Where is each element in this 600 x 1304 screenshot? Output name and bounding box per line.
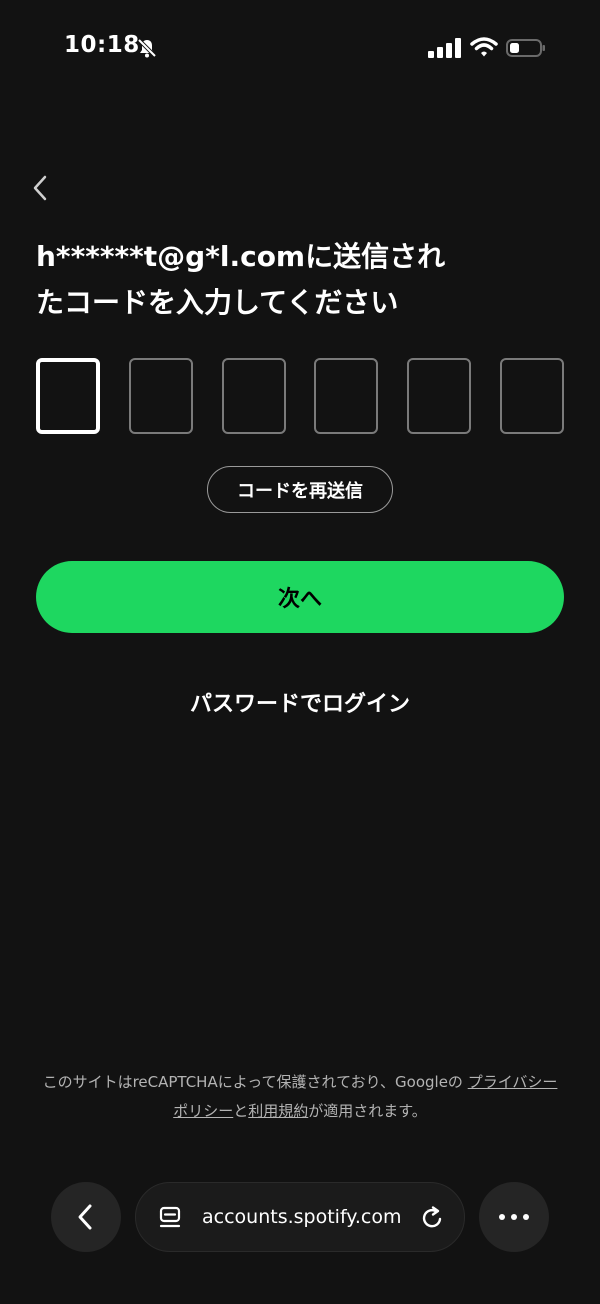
code-digit-input-5[interactable]: [407, 358, 472, 434]
resend-code-button[interactable]: コードを再送信: [207, 466, 393, 513]
status-time: 10:18: [64, 32, 140, 58]
bell-slash-icon: [137, 38, 157, 58]
next-button[interactable]: 次へ: [36, 561, 564, 633]
browser-back-button[interactable]: [51, 1182, 121, 1252]
wifi-icon: [470, 37, 498, 57]
more-options-button[interactable]: [479, 1182, 549, 1252]
recaptcha-connector: と: [233, 1102, 249, 1120]
page-title: h******t@g*l.comに送信され たコードを入力してください: [36, 234, 456, 326]
more-icon: [499, 1214, 529, 1220]
code-digit-input-6[interactable]: [499, 358, 564, 434]
address-bar[interactable]: accounts.spotify.com: [135, 1182, 465, 1252]
recaptcha-suffix: が適用されます。: [308, 1102, 427, 1120]
page-title-line1: h******t@g*l.comに送信され: [36, 240, 446, 273]
chevron-left-icon: [78, 1204, 92, 1230]
page-title-line2: たコードを入力してください: [36, 286, 399, 319]
code-digit-input-1[interactable]: [36, 358, 100, 434]
url-text[interactable]: accounts.spotify.com: [202, 1206, 401, 1228]
battery-icon: [506, 39, 545, 57]
reload-icon[interactable]: [420, 1205, 446, 1231]
code-digit-input-2[interactable]: [128, 358, 193, 434]
code-input-row: [36, 358, 564, 436]
code-digit-input-3[interactable]: [221, 358, 286, 434]
back-chevron-icon[interactable]: [28, 172, 56, 204]
code-digit-input-4[interactable]: [314, 358, 379, 434]
password-login-link[interactable]: パスワードでログイン: [0, 686, 600, 718]
recaptcha-prefix: このサイトはreCAPTCHAによって保護されており、Googleの: [42, 1073, 468, 1091]
status-bar: 10:18: [0, 0, 600, 96]
tab-icon[interactable]: [158, 1205, 184, 1231]
recaptcha-notice: このサイトはreCAPTCHAによって保護されており、Googleの プライバシ…: [36, 1068, 564, 1126]
terms-of-service-link[interactable]: 利用規約: [248, 1102, 308, 1120]
signal-icon: [428, 38, 461, 58]
